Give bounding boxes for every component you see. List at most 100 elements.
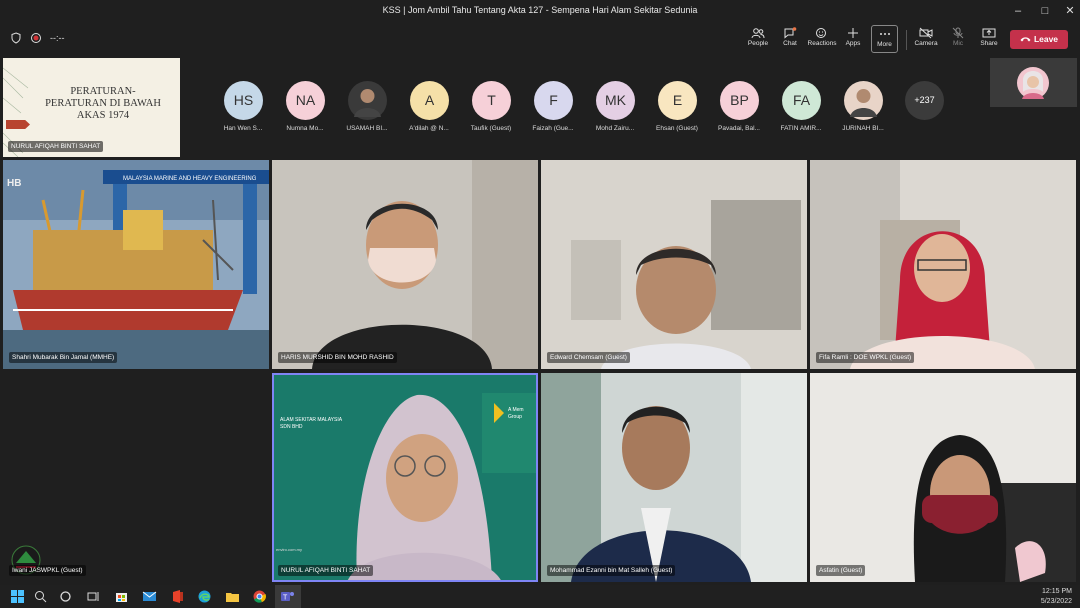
attendee-avatar[interactable]: E: [658, 81, 697, 120]
attendee-name: Taufik (Guest): [470, 125, 512, 132]
attendee-avatar[interactable]: F: [534, 81, 573, 120]
self-avatar: [1017, 67, 1049, 99]
mic-label: Mic: [952, 40, 964, 47]
video-tile[interactable]: Mohammad Ezanni bin Mat Salleh (Guest): [541, 373, 807, 582]
video-tile[interactable]: Iwani JASWPKL (Guest): [3, 373, 269, 582]
file-explorer-icon[interactable]: [225, 589, 240, 604]
close-icon[interactable]: ✕: [1062, 3, 1078, 19]
search-icon[interactable]: [33, 589, 48, 604]
participant-name: Mohammad Ezanni bin Mat Salleh (Guest): [547, 565, 676, 576]
more-label: More: [877, 41, 892, 48]
mail-icon[interactable]: [142, 589, 157, 604]
attendee-avatar[interactable]: T: [472, 81, 511, 120]
plus-icon: [848, 28, 858, 38]
video-tile[interactable]: Edward Chemsam (Guest): [541, 160, 807, 369]
participant-name: Edward Chemsam (Guest): [547, 352, 630, 363]
video-tile[interactable]: Fifa Ramli : DOE WPKL (Guest): [810, 160, 1076, 369]
title-bar: KSS | Jom Ambil Tahu Tentang Akta 127 - …: [0, 0, 1080, 22]
group-text: A Mem Group: [508, 407, 524, 420]
people-icon: [751, 28, 765, 39]
task-view-icon[interactable]: [86, 589, 101, 604]
meeting-toolbar: --:-- People Chat Reactions Apps More Ca…: [0, 22, 1080, 56]
reactions-label: Reactions: [807, 40, 837, 47]
mic-button[interactable]: Mic: [941, 25, 975, 53]
attendee-avatar[interactable]: BP: [720, 81, 759, 120]
participant-video: [272, 160, 538, 369]
people-label: People: [747, 40, 769, 47]
participant-name: Iwani JASWPKL (Guest): [9, 565, 86, 576]
apps-label: Apps: [845, 40, 861, 47]
edge-icon[interactable]: [197, 589, 212, 604]
video-tile[interactable]: HARIS MURSHID BIN MOHD RASHID: [272, 160, 538, 369]
recording-icon: [31, 33, 41, 43]
attendee-avatar[interactable]: MK: [596, 81, 635, 120]
attendee-avatar[interactable]: [348, 81, 387, 120]
participant-video: [810, 373, 1076, 582]
people-button[interactable]: People: [741, 25, 775, 53]
participant-name: Shahri Mubarak Bin Jamal (MMHE): [9, 352, 118, 363]
video-tile[interactable]: MALAYSIA MARINE AND HEAVY ENGINEERING HB…: [3, 160, 269, 369]
chat-icon: [784, 27, 797, 39]
participant-video: [3, 373, 269, 582]
attendee-name: Mohd Zairu...: [595, 125, 635, 132]
leave-button[interactable]: Leave: [1010, 30, 1068, 49]
attendee-name: Han Wen S...: [223, 125, 263, 132]
attendee-name: USAMAH BI...: [346, 125, 388, 132]
chrome-icon[interactable]: [252, 589, 267, 604]
more-participants-button[interactable]: +237: [905, 81, 944, 120]
shared-content-thumbnail[interactable]: PERATURAN- PERATURAN DI BAWAH AKAS 1974 …: [3, 58, 180, 157]
participant-name: HARIS MURSHID BIN MOHD RASHID: [278, 352, 397, 363]
attendee-avatar[interactable]: [844, 81, 883, 120]
hb-text: HB: [7, 178, 21, 189]
attendee-name: FATIN AMIR...: [780, 125, 822, 132]
svg-text:T: T: [283, 595, 288, 602]
chat-button[interactable]: Chat: [773, 25, 807, 53]
maximize-icon[interactable]: □: [1037, 3, 1053, 19]
participant-name: Asfatin (Guest): [816, 565, 866, 576]
system-clock[interactable]: 12:15 PM 5/23/2022: [1041, 587, 1072, 607]
camera-off-icon: [919, 27, 933, 39]
apps-button[interactable]: Apps: [836, 25, 870, 53]
attendee-avatar[interactable]: NA: [286, 81, 325, 120]
mic-off-icon: [952, 27, 964, 39]
attendee-avatar[interactable]: FA: [782, 81, 821, 120]
teams-icon: T: [281, 592, 294, 602]
office-icon[interactable]: [170, 589, 185, 604]
cortana-icon[interactable]: [58, 589, 73, 604]
hangup-icon: [1020, 37, 1031, 42]
video-tile-active-speaker[interactable]: ALAM SEKITAR MALAYSIA SDN BHD A Mem Group …: [272, 373, 538, 582]
participant-name: Fifa Ramli : DOE WPKL (Guest): [816, 352, 915, 363]
reactions-button[interactable]: Reactions: [805, 25, 839, 53]
participant-video: ALAM SEKITAR MALAYSIA SDN BHD A Mem Group …: [272, 373, 538, 582]
participant-video: [541, 373, 807, 582]
camera-label: Camera: [914, 40, 938, 47]
leave-label: Leave: [1033, 34, 1059, 44]
slide-arrow: [6, 120, 30, 129]
attendee-avatar[interactable]: A: [410, 81, 449, 120]
attendee-avatar[interactable]: HS: [224, 81, 263, 120]
photo-avatar: [850, 89, 877, 117]
meeting-status: --:--: [10, 32, 65, 44]
windows-start-icon[interactable]: [10, 589, 25, 604]
self-view[interactable]: [990, 58, 1077, 107]
store-icon[interactable]: [114, 589, 129, 604]
slide-title: PERATURAN- PERATURAN DI BAWAH AKAS 1974: [45, 86, 161, 121]
camera-button[interactable]: Camera: [909, 25, 943, 53]
minimize-icon[interactable]: –: [1010, 3, 1026, 19]
attendee-name: A'dilah @ N...: [409, 125, 449, 132]
more-button[interactable]: More: [871, 25, 898, 53]
attendee-name: Numna Mo...: [286, 125, 324, 132]
presenter-name: NURUL AFIQAH BINTI SAHAT: [8, 141, 104, 152]
ship-video: MALAYSIA MARINE AND HEAVY ENGINEERING HB: [3, 160, 269, 369]
photo-avatar: [354, 89, 381, 117]
teams-taskbar-button[interactable]: T: [275, 585, 301, 608]
attendee-name: Faizah (Gue...: [532, 125, 574, 132]
share-icon: [982, 28, 996, 38]
more-icon: [879, 33, 890, 35]
clock-time: 12:15 PM: [1042, 588, 1072, 595]
participant-video: [810, 160, 1076, 369]
participant-video: [541, 160, 807, 369]
share-button[interactable]: Share: [972, 25, 1006, 53]
video-tile[interactable]: Asfatin (Guest): [810, 373, 1076, 582]
window-title: KSS | Jom Ambil Tahu Tentang Akta 127 - …: [382, 5, 698, 15]
